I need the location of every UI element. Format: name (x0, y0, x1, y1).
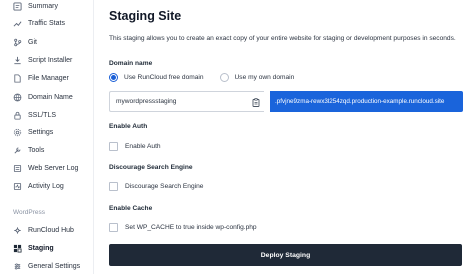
git-icon (13, 38, 22, 47)
sidebar-item-label: Domain Name (28, 93, 73, 101)
sidebar-item-domain-name[interactable]: Domain Name (13, 90, 73, 104)
sidebar-item-label: Summary (28, 2, 58, 10)
sidebar-item-traffic-stats[interactable]: Traffic Stats (13, 16, 65, 30)
sidebar-item-label: General Settings (28, 262, 81, 270)
discourage-search-engine-option[interactable]: Discourage Search Engine (109, 182, 203, 191)
enable-cache-label: Enable Cache (109, 205, 153, 212)
script-installer-icon (13, 56, 22, 65)
globe-icon (13, 93, 22, 102)
sidebar-item-script-installer[interactable]: Script Installer (13, 53, 72, 67)
staging-panel: Staging Site This staging allows you to … (94, 0, 474, 274)
sidebar-item-label: SSL/TLS (28, 111, 57, 119)
wp-cache-option[interactable]: Set WP_CACHE to true inside wp-config.ph… (109, 223, 257, 232)
checkbox-label: Enable Auth (125, 143, 161, 150)
sidebar: Summary Traffic Stats Git Script Install… (0, 0, 94, 274)
lock-icon (13, 111, 22, 120)
radio-label: Use RunCloud free domain (124, 74, 204, 81)
traffic-stats-icon (13, 19, 22, 28)
radio-own-domain[interactable]: Use my own domain (219, 73, 295, 82)
sidebar-item-label: Activity Log (28, 182, 64, 190)
domain-suffix-addon: .pfvjne9zma-rewx3l254zqd.production-exam… (270, 91, 463, 112)
sidebar-item-label: Traffic Stats (28, 19, 65, 27)
activity-log-icon (13, 182, 22, 191)
sidebar-item-label: Staging (28, 244, 54, 252)
page-description: This staging allows you to create an exa… (109, 35, 456, 42)
sidebar-section-wordpress: WordPress (13, 209, 46, 216)
sidebar-item-ssl-tls[interactable]: SSL/TLS (13, 108, 56, 122)
sidebar-item-label: Settings (28, 128, 54, 136)
sidebar-item-label: Script Installer (28, 56, 73, 64)
sidebar-item-file-manager[interactable]: File Manager (13, 71, 69, 85)
sidebar-item-git[interactable]: Git (13, 35, 37, 49)
hub-icon (13, 226, 22, 235)
settings-icon (13, 262, 22, 271)
enable-auth-label: Enable Auth (109, 123, 148, 130)
staging-domain-input[interactable]: mywordpressstaging (109, 91, 264, 112)
page-title: Staging Site (109, 9, 182, 23)
enable-auth-checkbox[interactable] (109, 142, 118, 151)
gear-icon (13, 128, 22, 137)
radio-button[interactable] (219, 73, 229, 82)
radio-button-checked[interactable] (109, 73, 118, 82)
sidebar-item-tools[interactable]: Tools (13, 143, 44, 157)
sidebar-item-web-server-log[interactable]: Web Server Log (13, 161, 78, 175)
wp-cache-checkbox[interactable] (109, 223, 118, 232)
staging-icon (13, 244, 22, 253)
deploy-staging-button[interactable]: Deploy Staging (109, 244, 462, 266)
tools-icon (13, 146, 22, 155)
sidebar-item-label: Tools (28, 146, 45, 154)
discourage-search-engine-label: Discourage Search Engine (109, 164, 193, 171)
radio-runcloud-free-domain[interactable]: Use RunCloud free domain (109, 73, 204, 82)
sidebar-item-label: Git (28, 38, 37, 46)
radio-label: Use my own domain (234, 74, 295, 81)
sidebar-item-label: RunCloud Hub (28, 226, 74, 234)
sidebar-item-runcloud-hub[interactable]: RunCloud Hub (13, 223, 74, 237)
sidebar-item-settings[interactable]: Settings (13, 125, 53, 139)
sidebar-item-activity-log[interactable]: Activity Log (13, 179, 64, 193)
domain-name-label: Domain name (109, 60, 153, 67)
checkbox-label: Discourage Search Engine (125, 183, 204, 190)
sidebar-item-general-settings[interactable]: General Settings (13, 259, 80, 273)
staging-domain-value: mywordpressstaging (116, 98, 177, 105)
checkbox-label: Set WP_CACHE to true inside wp-config.ph… (125, 224, 257, 231)
discourage-search-engine-checkbox[interactable] (109, 182, 118, 191)
sidebar-item-label: File Manager (28, 74, 69, 82)
domain-type-radio-group: Use RunCloud free domain Use my own doma… (109, 73, 294, 82)
enable-auth-option[interactable]: Enable Auth (109, 142, 161, 151)
sidebar-item-staging[interactable]: Staging (13, 241, 54, 255)
log-icon (13, 164, 22, 173)
file-manager-icon (13, 73, 22, 83)
summary-icon (13, 1, 22, 11)
sidebar-item-label: Web Server Log (28, 164, 79, 172)
clipboard-icon[interactable] (252, 98, 260, 107)
sidebar-item-summary[interactable]: Summary (13, 0, 58, 13)
